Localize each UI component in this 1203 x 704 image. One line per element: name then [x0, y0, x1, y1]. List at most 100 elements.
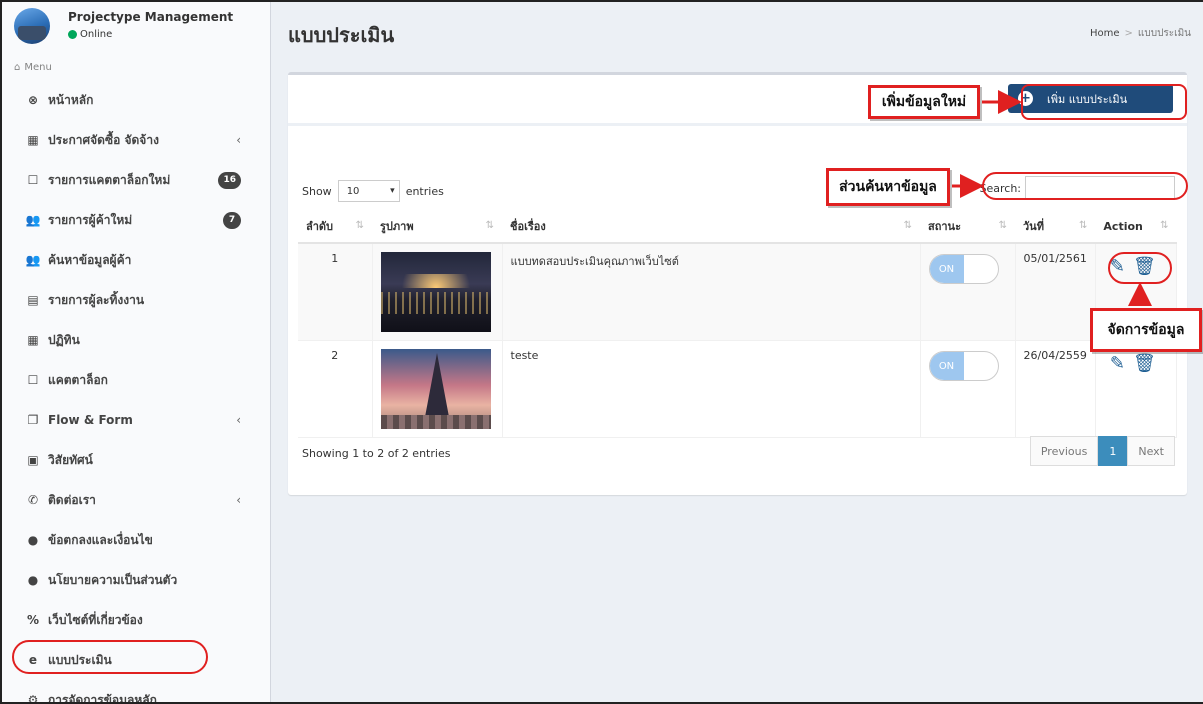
column-header-action[interactable]: Action ⇅: [1095, 210, 1177, 244]
column-header-status[interactable]: สถานะ ⇅: [920, 210, 1015, 244]
column-header-label: วันที่: [1023, 220, 1044, 233]
status-toggle[interactable]: ON: [928, 254, 999, 284]
sidebar-item-1[interactable]: ⊗ หน้าหลัก: [0, 80, 270, 120]
sidebar-item-10[interactable]: ▣ วิสัยทัศน์: [0, 440, 270, 480]
newspaper-icon: ▦: [27, 133, 39, 147]
file-icon: ▤: [27, 293, 39, 307]
cell-status: ON: [920, 243, 1016, 341]
sort-icon: ⇅: [485, 220, 494, 231]
cell-title: teste: [502, 340, 921, 438]
breadcrumb-separator: >: [1124, 28, 1133, 39]
cell-status: ON: [920, 340, 1016, 438]
cell-image: [372, 243, 503, 341]
users-icon: 👥: [25, 253, 41, 267]
previous-page-button[interactable]: Previous: [1029, 436, 1099, 466]
page-size-value: 10: [346, 185, 360, 197]
sidebar-item-14[interactable]: % เว็บไซต์ที่เกี่ยวข้อง: [0, 600, 270, 640]
content-box: + เพิ่ม แบบประเมิน Show 10 ▾ entries Sea…: [288, 72, 1187, 495]
edit-pencil-icon[interactable]: ✎: [1110, 355, 1125, 373]
cell-action: ✎ 🗑: [1095, 340, 1178, 438]
home-icon: ⌂: [14, 62, 21, 73]
next-page-button[interactable]: Next: [1127, 436, 1175, 466]
info-icon: ●: [27, 533, 39, 547]
count-badge: 7: [223, 211, 241, 229]
cell-no: 1: [298, 243, 373, 341]
sidebar-item-12[interactable]: ● ข้อตกลงและเงื่อนไข: [0, 520, 270, 560]
sidebar-item-7[interactable]: ▦ ปฏิทิน: [0, 320, 270, 360]
column-header-date[interactable]: วันที่ ⇅: [1015, 210, 1096, 244]
column-header-image[interactable]: รูปภาพ ⇅: [372, 210, 502, 244]
column-header-label: รูปภาพ: [380, 220, 414, 233]
annotation-ring-search: [982, 172, 1188, 200]
sidebar-item-label: รายการผู้ละทิ้งงาน: [48, 292, 145, 307]
user-status: Online: [68, 29, 112, 40]
sidebar-menu: ⊗ หน้าหลัก ▦ ประกาศจัดซื้อ จัดจ้าง ‹ ☐ รายการแ…: [0, 80, 270, 704]
breadcrumb-home[interactable]: Home: [1090, 28, 1120, 39]
sidebar-item-5[interactable]: 👥 ค้นหาข้อมูลผู้ค้า: [0, 240, 270, 280]
sidebar-item-label: ข้อตกลงและเงื่อนไข: [48, 532, 153, 547]
column-header-title[interactable]: ชื่อเรื่อง ⇅: [502, 210, 920, 244]
cogs-icon: ⚙: [27, 693, 39, 704]
sidebar-item-9[interactable]: ❐ Flow & Form ‹: [0, 400, 270, 440]
sidebar-item-11[interactable]: ✆ ติดต่อเรา ‹: [0, 480, 270, 520]
city-night-image: [380, 252, 491, 332]
annotation-ring-add-button: [1021, 84, 1187, 120]
sidebar-item-13[interactable]: ● นโยบายความเป็นส่วนตัว: [0, 560, 270, 600]
breadcrumb: Home > แบบประเมิน: [1090, 26, 1191, 41]
sidebar-item-6[interactable]: ▤ รายการผู้ละทิ้งงาน: [0, 280, 270, 320]
tower-shape: [424, 353, 449, 417]
chevron-left-icon: ‹: [236, 133, 241, 147]
sidebar-item-16[interactable]: ⚙ การจัดการข้อมูลหลัก: [0, 680, 270, 704]
sidebar: Projectype Management Online ⌂ Menu ⊗ หน้…: [0, 0, 271, 704]
avatar: [14, 8, 50, 44]
table-row: 2 teste ON 26/04/2559 ✎ 🗑: [298, 340, 1178, 438]
tower-base-shape: [380, 415, 491, 429]
sidebar-item-2[interactable]: ▦ ประกาศจัดซื้อ จัดจ้าง ‹: [0, 120, 270, 160]
table-row: 1 แบบทดสอบประเมินคุณภาพเว็บไซต์ ON 05/01…: [298, 243, 1178, 341]
page-size-select[interactable]: 10 ▾: [337, 180, 400, 202]
whatsapp-icon: ✆: [27, 493, 39, 507]
sidebar-item-label: ค้นหาข้อมูลผู้ค้า: [48, 252, 132, 267]
trash-icon[interactable]: 🗑: [1133, 355, 1156, 373]
image-icon: ▣: [27, 453, 39, 467]
entries-label: entries: [405, 184, 444, 198]
status-toggle[interactable]: ON: [928, 351, 999, 381]
sidebar-item-label: ประกาศจัดซื้อ จัดจ้าง: [48, 132, 159, 147]
menu-header: ⌂ Menu: [14, 62, 52, 73]
online-status-icon: [68, 30, 77, 39]
page-title: แบบประเมิน: [288, 23, 395, 47]
cell-title: แบบทดสอบประเมินคุณภาพเว็บไซต์: [502, 243, 921, 341]
sidebar-item-4[interactable]: 👥 รายการผู้ค้าใหม่ 7: [0, 200, 270, 240]
sort-icon: ⇅: [903, 220, 912, 231]
user-panel: Projectype Management Online: [0, 0, 270, 58]
sort-icon: ⇅: [998, 220, 1007, 231]
table-header-row: ลำดับ ⇅ รูปภาพ ⇅ ชื่อเรื่อง ⇅ สถานะ ⇅ วันที่…: [298, 210, 1177, 244]
column-header-label: ลำดับ: [306, 220, 334, 233]
calendar-icon: ▦: [27, 333, 39, 347]
column-header-label: ชื่อเรื่อง: [510, 220, 546, 233]
sort-asc-icon: ⇅: [355, 220, 364, 231]
status-toggle-on: ON: [929, 352, 964, 380]
annotation-ring-sidebar: [12, 640, 208, 674]
table-info: Showing 1 to 2 of 2 entries: [302, 447, 451, 460]
square-icon: ☐: [27, 173, 39, 187]
sidebar-item-label: แคตตาล็อก: [48, 372, 108, 387]
count-badge: 16: [218, 171, 241, 189]
link-icon: ⊗: [27, 93, 39, 107]
column-header-no[interactable]: ลำดับ ⇅: [298, 210, 372, 244]
sidebar-item-8[interactable]: ☐ แคตตาล็อก: [0, 360, 270, 400]
pagination: Previous 1 Next: [1029, 436, 1175, 466]
annotation-manage: จัดการข้อมูล: [1090, 308, 1202, 352]
cell-no: 2: [298, 340, 373, 438]
files-icon: ❐: [27, 413, 39, 427]
sidebar-item-3[interactable]: ☐ รายการแคตตาล็อกใหม่ 16: [0, 160, 270, 200]
cell-date: 26/04/2559: [1015, 340, 1096, 438]
breadcrumb-current: แบบประเมิน: [1137, 28, 1191, 39]
column-header-label: Action: [1103, 219, 1143, 233]
info-icon: ●: [27, 573, 39, 587]
sidebar-item-label: นโยบายความเป็นส่วนตัว: [48, 572, 178, 587]
chevron-left-icon: ‹: [236, 493, 241, 507]
column-header-label: สถานะ: [928, 220, 961, 233]
page-1-button[interactable]: 1: [1098, 436, 1128, 466]
sidebar-item-label: วิสัยทัศน์: [48, 452, 93, 467]
